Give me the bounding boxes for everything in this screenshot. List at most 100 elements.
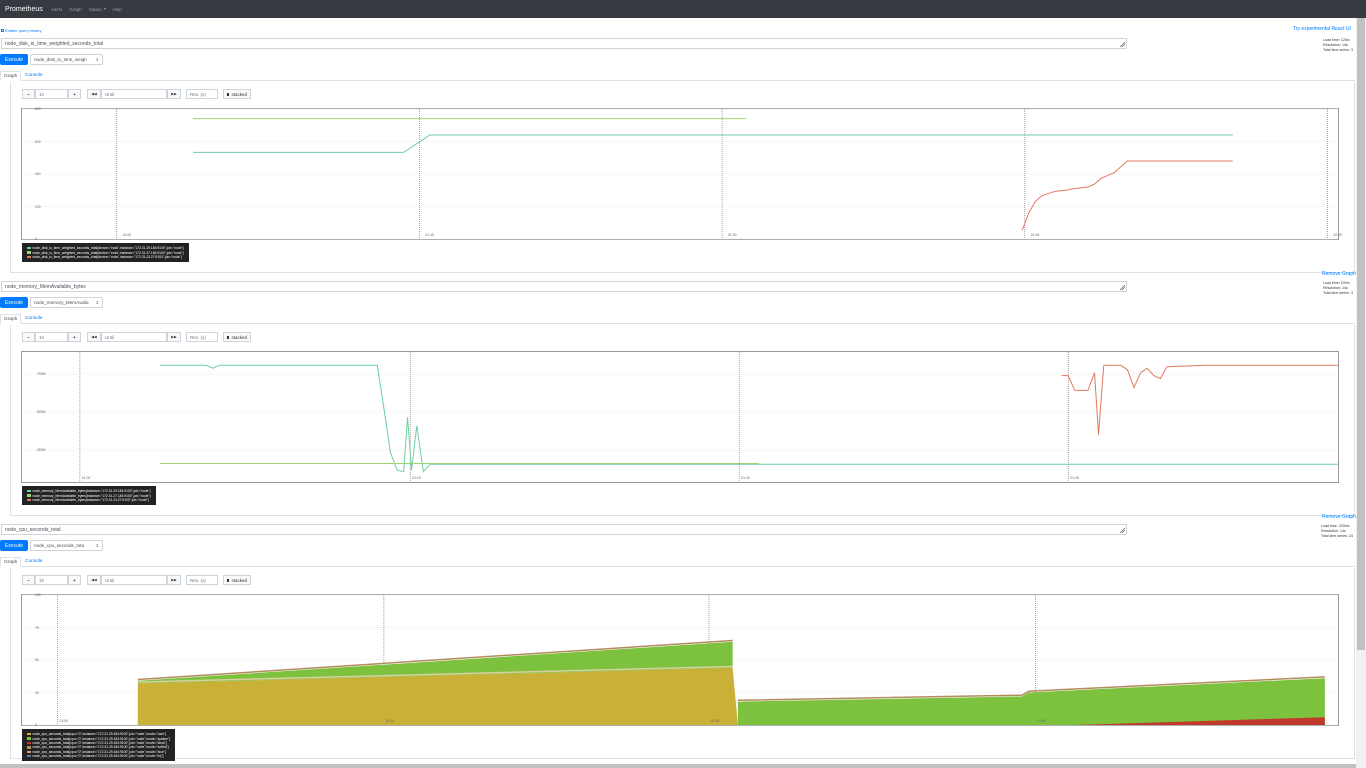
legend-label: node_memory_MemAvailable_bytes{instance=… <box>32 497 149 502</box>
chart-svg <box>22 108 1338 240</box>
query-stats: Load time: 126m Resolution: 14s Total ti… <box>1323 38 1353 52</box>
series-line[interactable] <box>160 364 1338 473</box>
nav-help[interactable]: Help <box>113 7 122 12</box>
legend-item[interactable]: node_disk_io_time_weighted_seconds_total… <box>27 255 184 259</box>
legend-label: node_disk_io_time_weighted_seconds_total… <box>32 250 184 255</box>
y-tick-label: 500M <box>37 410 46 414</box>
metric-select[interactable]: node_cpu_seconds_tota ⇕ <box>30 540 103 551</box>
horizontal-scrollbar[interactable] <box>0 764 1356 768</box>
y-tick-label: 750M <box>37 372 46 376</box>
metric-select[interactable]: node_memory_MemAvaila ⇕ <box>30 297 103 308</box>
total-series: Total time series: 24 <box>1321 533 1353 538</box>
legend-swatch <box>27 251 31 254</box>
remove-graph-link[interactable]: Remove Graph <box>1322 271 1356 277</box>
x-tick-label: 01:15 <box>412 476 421 480</box>
legend-swatch <box>27 750 31 753</box>
legend-swatch <box>27 754 31 758</box>
tab-graph[interactable]: Graph <box>0 314 22 324</box>
query-history-toggle[interactable]: Enable query history <box>1 28 41 33</box>
scrollbar-thumb[interactable] <box>1357 18 1365 650</box>
nav-alerts[interactable]: Alerts <box>51 7 63 12</box>
x-tick-label: 01:00 <box>81 476 91 480</box>
nav-status[interactable]: Status <box>89 7 106 12</box>
plot-area: 800 600 400 200 0 01:00 01:15 01:30 01:45 02:00 <box>21 107 1342 241</box>
y-tick-label: 0 <box>35 723 37 727</box>
tab-console[interactable]: Console <box>22 557 46 567</box>
tab-bar: Graph Console <box>0 557 1355 567</box>
legend-swatch <box>27 255 31 259</box>
x-tick-label: 01:30 <box>728 233 737 237</box>
expression-input[interactable]: node_memory_MemAvailable_bytes <box>1 281 1127 292</box>
y-tick-label: 400 <box>35 172 41 176</box>
legend-label: node_disk_io_time_weighted_seconds_total… <box>32 246 184 251</box>
tab-console[interactable]: Console <box>22 314 46 324</box>
legend: node_disk_io_time_weighted_seconds_total… <box>22 243 189 263</box>
legend-swatch <box>27 746 31 749</box>
x-tick-label: 01:00 <box>122 233 132 237</box>
query-stats: Load time: 333ms Resolution: 14s Total t… <box>1321 524 1353 538</box>
series-line[interactable] <box>193 134 1233 153</box>
updown-icon: ⇕ <box>95 57 99 62</box>
legend-label: node_memory_MemAvailable_bytes{instance=… <box>32 489 151 494</box>
series-line[interactable] <box>1021 160 1233 231</box>
series-area-system[interactable] <box>737 678 1325 725</box>
series-line[interactable] <box>1061 364 1338 435</box>
x-tick-label: 01:00 <box>59 719 69 723</box>
chart-svg <box>22 594 1338 726</box>
chart-svg <box>22 352 1338 482</box>
legend-item[interactable]: node_memory_MemAvailable_bytes{instance=… <box>27 498 151 502</box>
updown-icon: ⇕ <box>95 300 99 305</box>
x-tick-label: 01:30 <box>710 719 720 723</box>
legend-label: node_cpu_seconds_total{cpu="0",instance=… <box>32 732 167 737</box>
query-stats: Load time: 100m Resolution: 14s Total ti… <box>1323 281 1353 295</box>
metric-select[interactable]: node_disk_io_time_weigh ⇕ <box>30 54 103 65</box>
legend-swatch <box>27 489 31 493</box>
resize-handle-icon[interactable] <box>1119 41 1126 48</box>
updown-icon: ⇕ <box>95 543 99 548</box>
legend-label: node_cpu_seconds_total{cpu="0",instance=… <box>32 754 164 759</box>
expression-input[interactable]: node_cpu_seconds_total <box>1 524 1127 535</box>
nav-status-label: Status <box>88 6 102 12</box>
legend-swatch <box>27 246 31 250</box>
resize-handle-icon[interactable] <box>1119 527 1126 534</box>
execute-button[interactable]: Execute <box>0 54 28 65</box>
execute-button[interactable]: Execute <box>0 540 28 551</box>
tab-bar: Graph Console <box>0 71 1355 81</box>
legend-swatch <box>27 498 31 502</box>
vertical-scrollbar[interactable] <box>1356 18 1366 768</box>
nav-graph[interactable]: Graph <box>69 7 82 12</box>
x-tick-label: 01:30 <box>741 476 750 480</box>
tab-graph[interactable]: Graph <box>0 557 22 567</box>
execute-button[interactable]: Execute <box>0 297 28 308</box>
query-history-label: Enable query history <box>5 28 42 33</box>
y-tick-label: 800 <box>35 107 41 111</box>
legend: node_cpu_seconds_total{cpu="0",instance=… <box>22 729 176 762</box>
chevron-down-icon <box>103 8 106 11</box>
legend-item[interactable]: node_cpu_seconds_total{cpu="0",instance=… <box>27 754 170 758</box>
x-tick-label: 01:45 <box>1030 233 1040 237</box>
legend-swatch <box>27 732 31 736</box>
remove-graph-link[interactable]: Remove Graph <box>1322 514 1356 520</box>
tab-bar: Graph Console <box>0 314 1355 324</box>
resize-handle-icon[interactable] <box>1119 284 1126 291</box>
metric-select-value: node_memory_MemAvaila <box>34 300 89 305</box>
x-tick-label: 01:15 <box>385 719 395 723</box>
brand[interactable]: Prometheus <box>5 6 43 13</box>
tab-console[interactable]: Console <box>22 71 46 81</box>
y-tick-label: 600 <box>35 139 41 144</box>
y-tick-label: 100 <box>35 593 41 597</box>
expression-text: node_memory_MemAvailable_bytes <box>5 284 86 290</box>
react-ui-link[interactable]: Try experimental React UI <box>1293 26 1351 32</box>
legend-label: node_disk_io_time_weighted_seconds_total… <box>32 254 183 259</box>
y-tick-label: 0 <box>35 237 37 241</box>
y-tick-label: 250M <box>37 448 46 452</box>
metric-select-value: node_disk_io_time_weigh <box>34 57 87 62</box>
navbar: Prometheus Alerts Graph Status Help <box>0 0 1366 18</box>
legend-label: node_cpu_seconds_total{cpu="0",instance=… <box>32 740 167 745</box>
expression-input[interactable]: node_disk_io_time_weighted_seconds_total <box>1 38 1127 49</box>
tab-graph[interactable]: Graph <box>0 71 22 81</box>
plot-area: 100 75 50 25 0 01:00 01:15 01:30 01:45 <box>21 593 1339 727</box>
y-tick-label: 25 <box>35 690 39 695</box>
x-tick-label: 01:45 <box>1070 476 1079 480</box>
plot-area: 750M 500M 250M 01:00 01:15 01:30 01:45 <box>21 351 1339 483</box>
